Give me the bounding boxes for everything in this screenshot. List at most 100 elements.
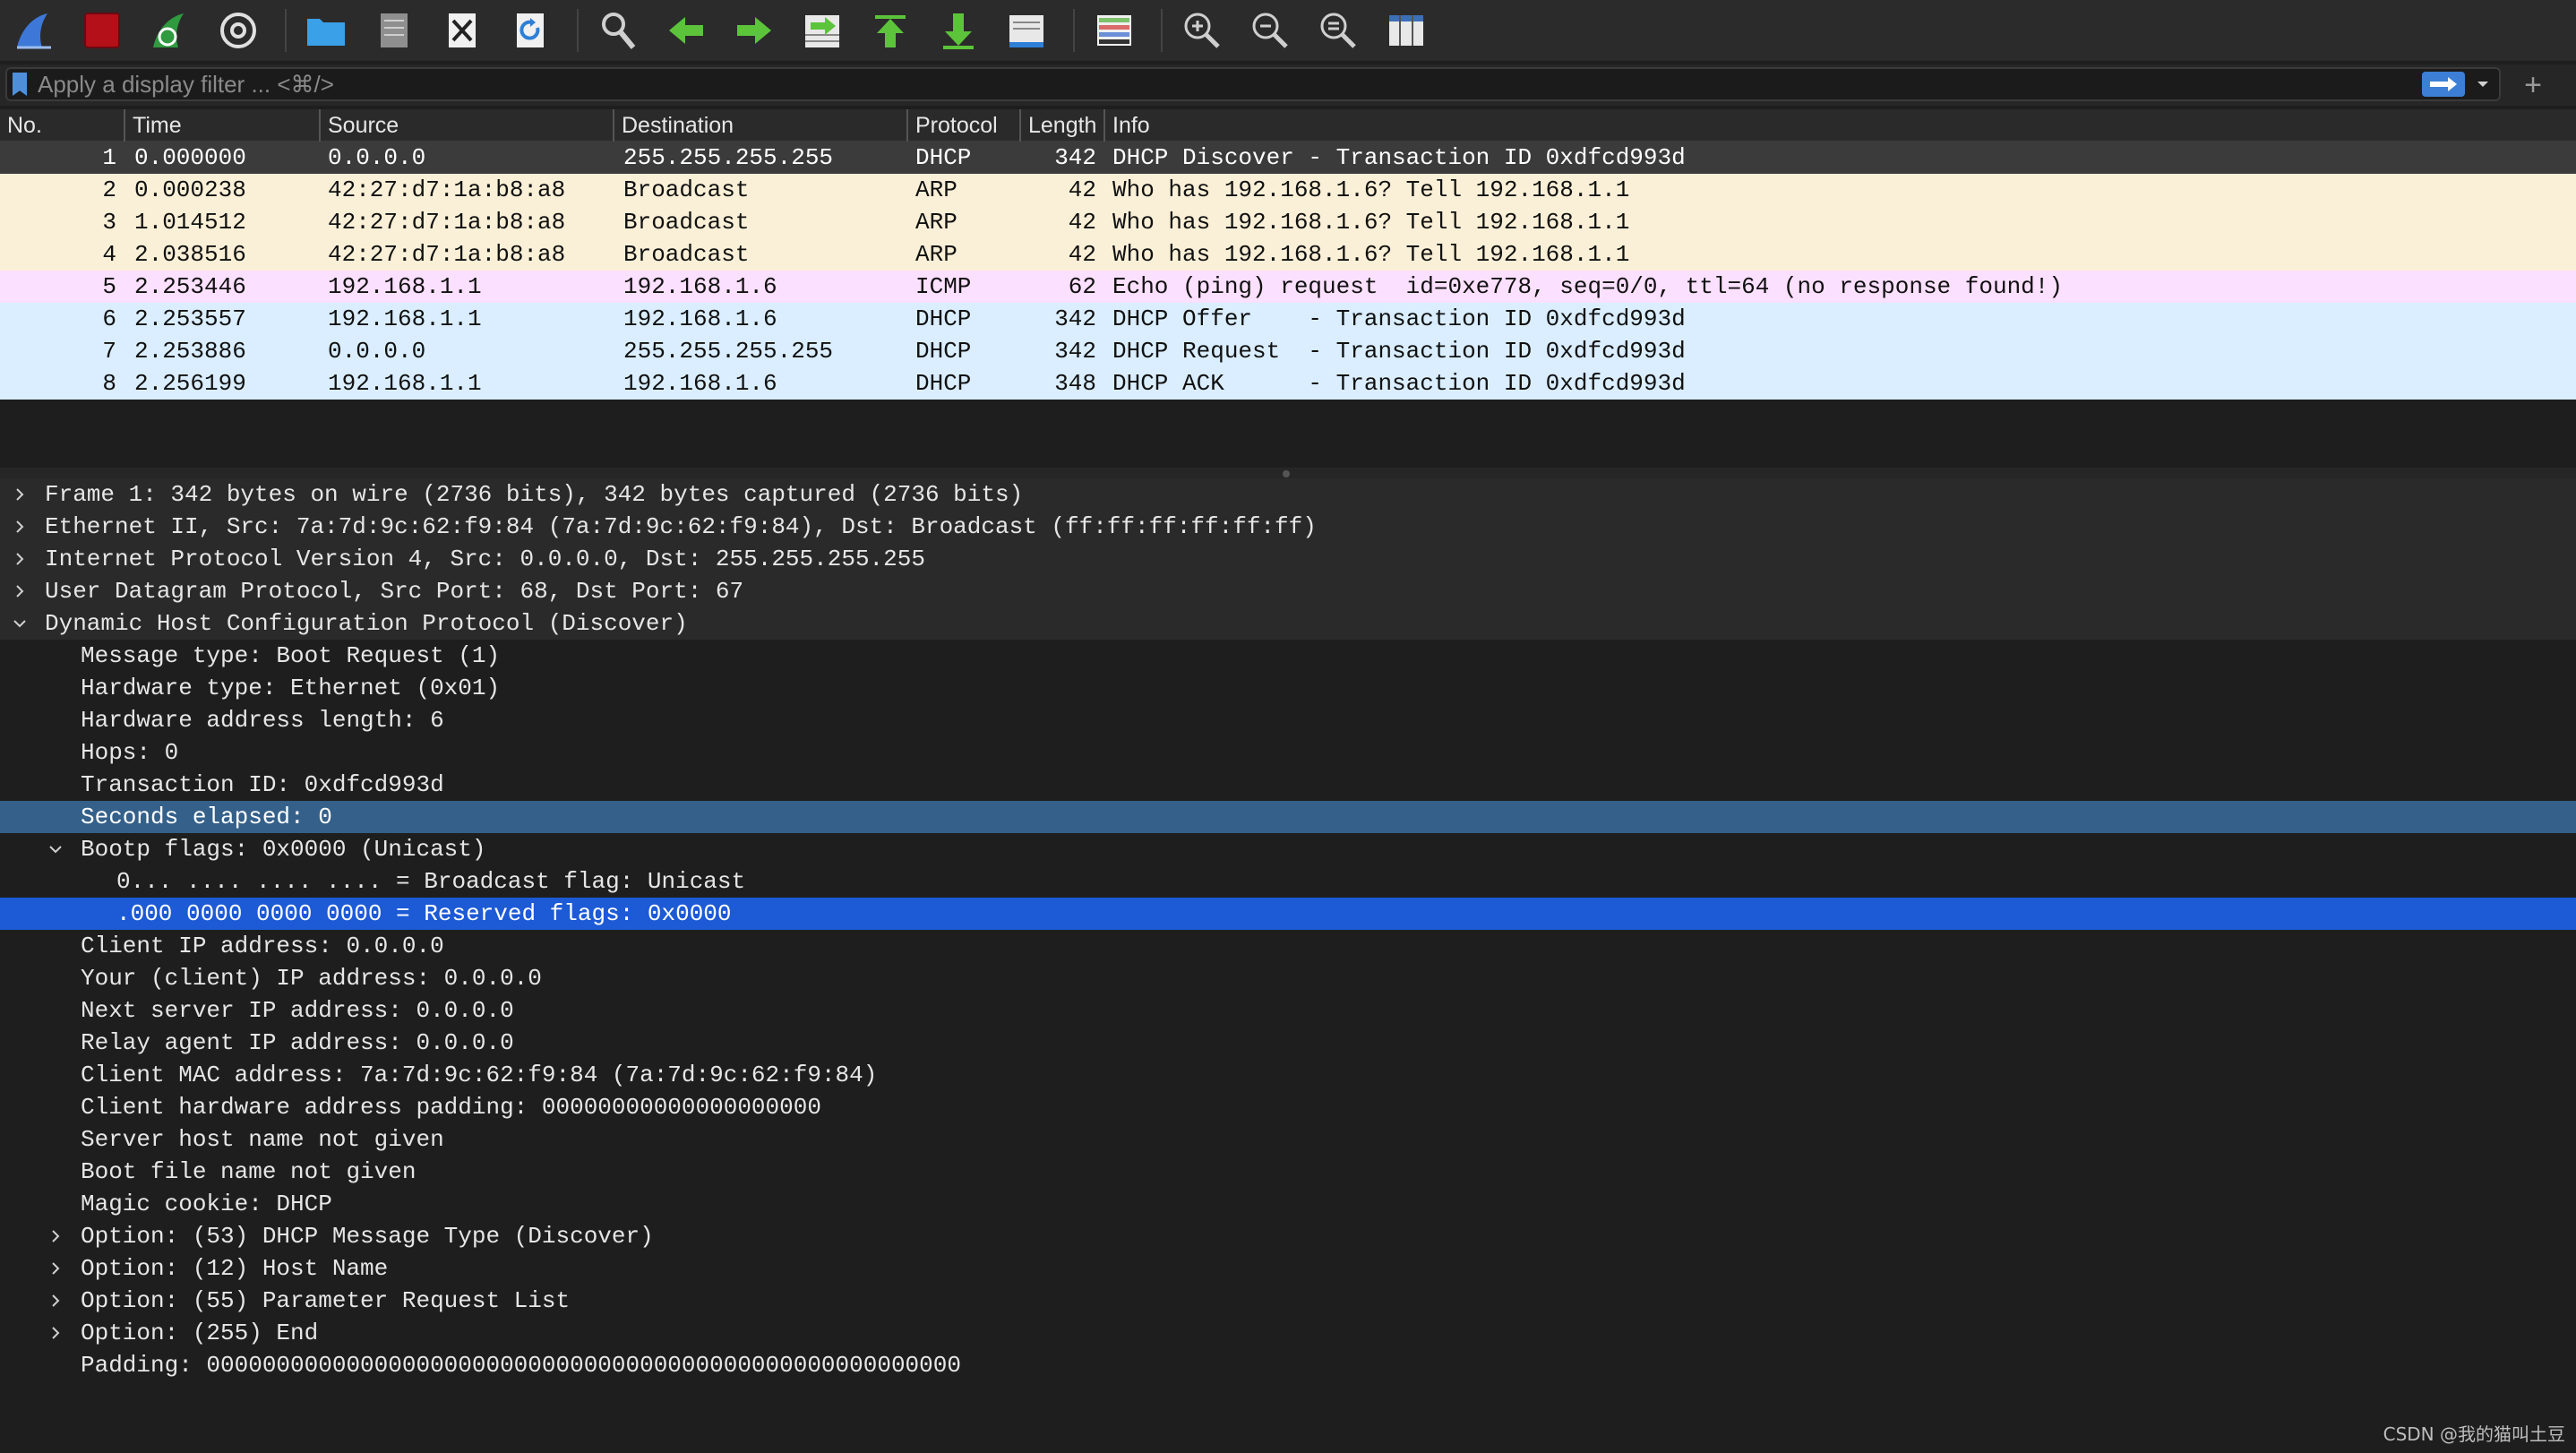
detail-tree-item-label: Transaction ID: 0xdfcd993d — [81, 771, 444, 798]
zoom-out-icon — [1252, 13, 1288, 48]
detail-tree-item-label: Padding: 0000000000000000000000000000000… — [81, 1352, 961, 1379]
chevron-right-icon[interactable] — [45, 1252, 66, 1285]
column-header-time[interactable]: Time — [124, 109, 319, 142]
column-header-destination[interactable]: Destination — [613, 109, 906, 142]
detail-tree-item[interactable]: Bootp flags: 0x0000 (Unicast) — [0, 833, 2576, 865]
zoom-out-button[interactable] — [1243, 4, 1297, 57]
cell-info: Who has 192.168.1.6? Tell 192.168.1.1 — [1112, 176, 1630, 203]
chevron-right-icon[interactable] — [9, 478, 30, 511]
detail-tree-item[interactable]: Message type: Boot Request (1) — [0, 640, 2576, 672]
detail-tree-item[interactable]: Boot file name not given — [0, 1156, 2576, 1188]
resize-columns-button[interactable] — [1379, 4, 1433, 57]
go-forward-button[interactable] — [727, 4, 781, 57]
detail-tree-item[interactable]: 0... .... .... .... = Broadcast flag: Un… — [0, 865, 2576, 898]
chevron-right-icon[interactable] — [45, 1285, 66, 1317]
bookmark-icon[interactable] — [13, 73, 27, 96]
restart-capture-button[interactable] — [143, 4, 197, 57]
chevron-right-icon[interactable] — [45, 1317, 66, 1349]
normal-size-button[interactable] — [1311, 4, 1365, 57]
go-last-button[interactable] — [932, 4, 985, 57]
packet-row[interactable]: 7 2.253886 0.0.0.0 255.255.255.255 DHCP 342 DH… — [0, 335, 2576, 367]
detail-tree-item[interactable]: Server host name not given — [0, 1123, 2576, 1156]
cell-time: 2.253446 — [134, 273, 246, 300]
packet-row[interactable]: 3 1.014512 42:27:d7:1a:b8:a8 Broadcast ARP 42… — [0, 206, 2576, 238]
chevron-down-icon[interactable] — [45, 833, 66, 865]
detail-tree-item-label: Message type: Boot Request (1) — [81, 642, 501, 669]
detail-tree-item[interactable]: .000 0000 0000 0000 = Reserved flags: 0x… — [0, 898, 2576, 930]
packet-list-pane: No. Time Source Destination Protocol Len… — [0, 109, 2576, 468]
detail-tree-item[interactable]: Client hardware address padding: 0000000… — [0, 1091, 2576, 1123]
display-filter-input[interactable] — [36, 69, 2422, 99]
colorize-button[interactable] — [1087, 4, 1141, 57]
detail-tree-item[interactable]: Transaction ID: 0xdfcd993d — [0, 769, 2576, 801]
packet-row[interactable]: 5 2.253446 192.168.1.1 192.168.1.6 ICMP 62 Ech… — [0, 271, 2576, 303]
detail-tree-item[interactable]: Hops: 0 — [0, 736, 2576, 769]
column-header-length[interactable]: Length — [1019, 109, 1103, 142]
add-filter-button-plus-icon[interactable]: + — [2515, 68, 2551, 102]
detail-tree-item[interactable]: Ethernet II, Src: 7a:7d:9c:62:f9:84 (7a:… — [0, 511, 2576, 543]
cell-source: 42:27:d7:1a:b8:a8 — [328, 209, 566, 236]
cell-time: 2.256199 — [134, 370, 246, 397]
detail-tree-item[interactable]: Relay agent IP address: 0.0.0.0 — [0, 1027, 2576, 1059]
detail-tree-item[interactable]: Frame 1: 342 bytes on wire (2736 bits), … — [0, 478, 2576, 511]
column-header-info[interactable]: Info — [1103, 109, 2572, 142]
cell-length: 342 — [1054, 144, 1096, 171]
detail-tree-item[interactable]: Seconds elapsed: 0 — [0, 801, 2576, 833]
chevron-right-icon[interactable] — [9, 575, 30, 607]
cell-protocol: ARP — [915, 209, 957, 236]
go-back-button[interactable] — [659, 4, 713, 57]
detail-tree-item-label: Boot file name not given — [81, 1158, 416, 1185]
detail-tree-item[interactable]: Client MAC address: 7a:7d:9c:62:f9:84 (7… — [0, 1059, 2576, 1091]
detail-tree-item[interactable]: Option: (255) End — [0, 1317, 2576, 1349]
packet-row[interactable]: 1 0.000000 0.0.0.0 255.255.255.255 DHCP 342 DH… — [0, 142, 2576, 174]
close-file-button[interactable] — [435, 4, 489, 57]
stop-capture-button[interactable] — [75, 4, 129, 57]
reload-file-button[interactable] — [503, 4, 557, 57]
start-capture-button[interactable] — [7, 4, 61, 57]
detail-tree-item[interactable]: Dynamic Host Configuration Protocol (Dis… — [0, 607, 2576, 640]
detail-tree-item[interactable]: Internet Protocol Version 4, Src: 0.0.0.… — [0, 543, 2576, 575]
cell-time: 2.253557 — [134, 305, 246, 332]
cell-no: 4 — [102, 241, 116, 268]
filter-history-dropdown[interactable] — [2474, 72, 2492, 97]
detail-tree-item[interactable]: Client IP address: 0.0.0.0 — [0, 930, 2576, 962]
chevron-down-icon[interactable] — [9, 607, 30, 640]
packet-row[interactable]: 2 0.000238 42:27:d7:1a:b8:a8 Broadcast ARP 42… — [0, 174, 2576, 206]
detail-tree-item[interactable]: Option: (12) Host Name — [0, 1252, 2576, 1285]
detail-tree-item[interactable]: Next server IP address: 0.0.0.0 — [0, 994, 2576, 1027]
detail-tree-item[interactable]: Hardware type: Ethernet (0x01) — [0, 672, 2576, 704]
chevron-right-icon[interactable] — [45, 1220, 66, 1252]
detail-tree-item[interactable]: Option: (53) DHCP Message Type (Discover… — [0, 1220, 2576, 1252]
zoom-in-button[interactable] — [1175, 4, 1229, 57]
go-to-packet-button[interactable] — [795, 4, 849, 57]
find-packet-button[interactable] — [591, 4, 645, 57]
save-file-button[interactable] — [367, 4, 421, 57]
packet-row[interactable]: 6 2.253557 192.168.1.1 192.168.1.6 DHCP 342 DH… — [0, 303, 2576, 335]
detail-tree-item[interactable]: User Datagram Protocol, Src Port: 68, Ds… — [0, 575, 2576, 607]
column-header-protocol[interactable]: Protocol — [906, 109, 1019, 142]
detail-tree-item[interactable]: Hardware address length: 6 — [0, 704, 2576, 736]
chevron-right-icon[interactable] — [9, 543, 30, 575]
toolbar-separator — [577, 9, 579, 52]
go-first-button[interactable] — [863, 4, 917, 57]
open-file-button[interactable] — [299, 4, 353, 57]
column-header-no[interactable]: No. — [0, 109, 124, 142]
packet-row[interactable]: 8 2.256199 192.168.1.1 192.168.1.6 DHCP 348 DH… — [0, 367, 2576, 400]
detail-tree-item[interactable]: Padding: 0000000000000000000000000000000… — [0, 1349, 2576, 1381]
cell-length: 42 — [1068, 209, 1096, 236]
chevron-right-icon[interactable] — [9, 511, 30, 543]
apply-filter-button[interactable] — [2422, 72, 2465, 97]
splitter-handle[interactable] — [1283, 470, 1290, 477]
detail-tree-item[interactable]: Magic cookie: DHCP — [0, 1188, 2576, 1220]
detail-tree-item[interactable]: Option: (55) Parameter Request List — [0, 1285, 2576, 1317]
packet-row[interactable]: 4 2.038516 42:27:d7:1a:b8:a8 Broadcast ARP 42… — [0, 238, 2576, 271]
cell-protocol: ICMP — [915, 273, 972, 300]
detail-tree-item[interactable]: Your (client) IP address: 0.0.0.0 — [0, 962, 2576, 994]
column-header-source[interactable]: Source — [319, 109, 613, 142]
detail-tree-item-label: Option: (255) End — [81, 1320, 319, 1346]
capture-options-button[interactable] — [211, 4, 265, 57]
cell-info: Who has 192.168.1.6? Tell 192.168.1.1 — [1112, 209, 1630, 236]
cell-protocol: ARP — [915, 176, 957, 203]
cell-info: DHCP Discover - Transaction ID 0xdfcd993… — [1112, 144, 1686, 171]
auto-scroll-button[interactable] — [1000, 4, 1053, 57]
